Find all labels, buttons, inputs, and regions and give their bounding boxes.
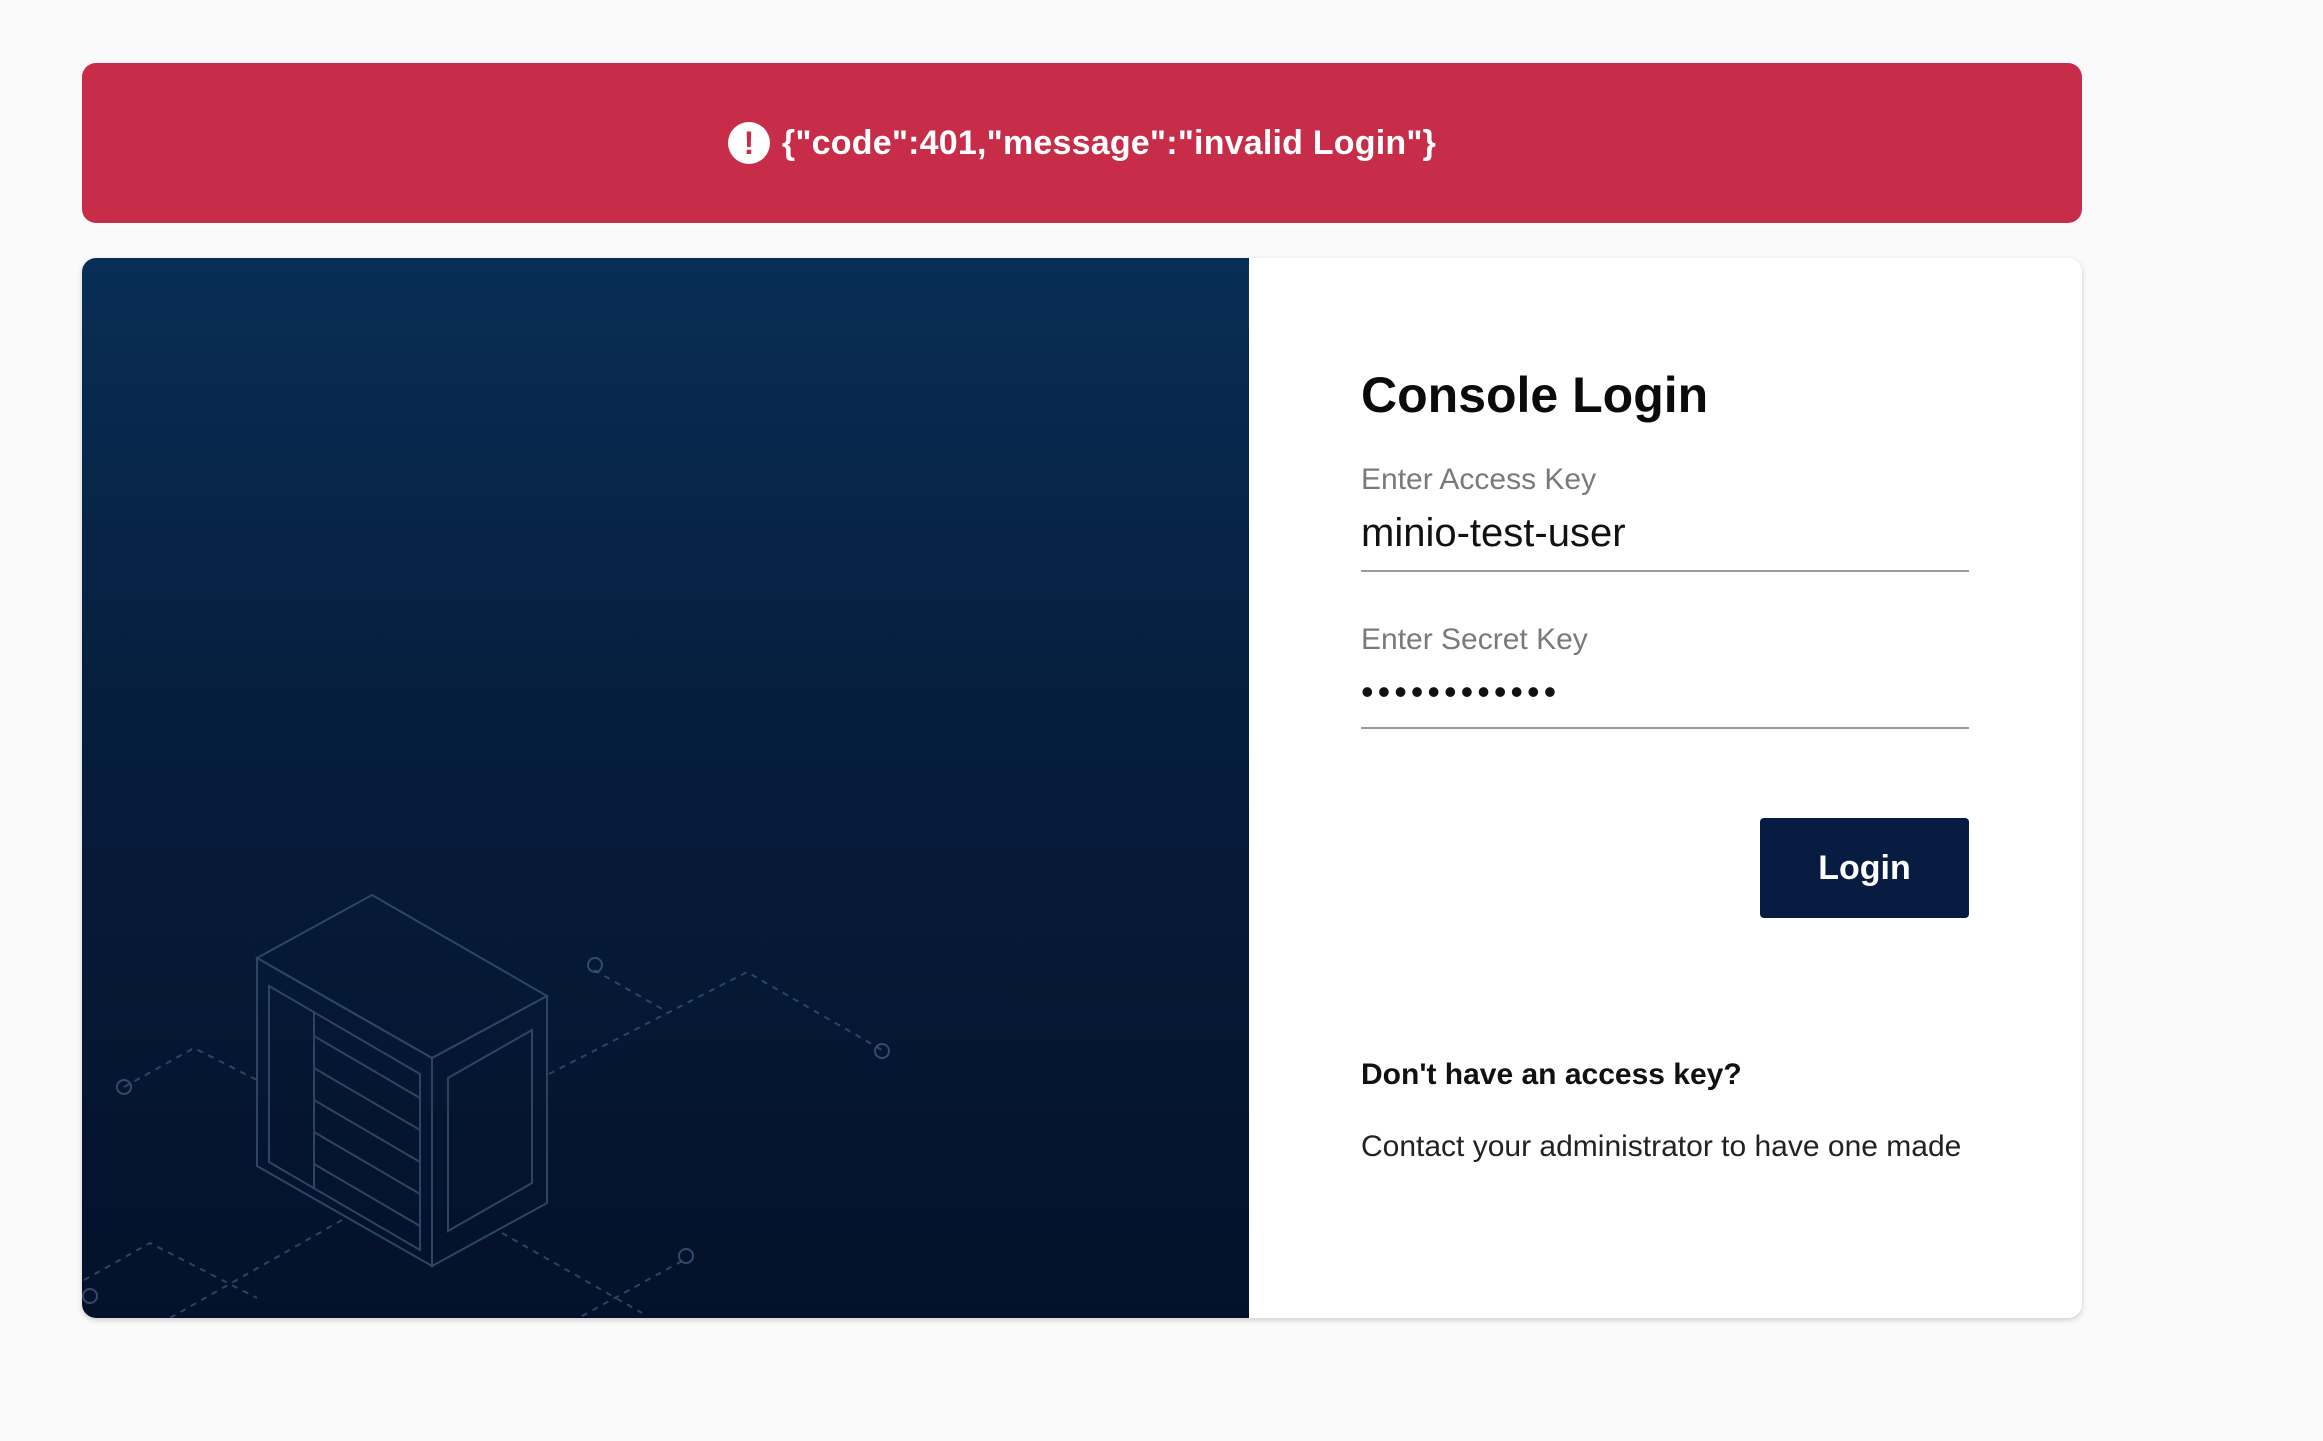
exclamation-circle-icon: ! (727, 122, 770, 164)
access-key-field-group: Enter Access Key (1361, 463, 1969, 572)
login-button[interactable]: Login (1760, 818, 1969, 918)
hero-illustration-panel (82, 258, 1249, 1318)
access-key-label: Enter Access Key (1361, 463, 1597, 496)
access-key-input[interactable] (1361, 501, 1969, 572)
page-title: Console Login (1361, 367, 1709, 423)
help-title: Don't have an access key? (1361, 1058, 1742, 1091)
login-card: Console Login Enter Access Key Enter Sec… (82, 258, 2082, 1318)
error-banner: ! {"code":401,"message":"invalid Login"} (82, 63, 2082, 223)
secret-key-input[interactable] (1361, 661, 1969, 729)
error-message: {"code":401,"message":"invalid Login"} (781, 123, 1437, 162)
help-text: Contact your administrator to have one m… (1361, 1130, 1962, 1163)
secret-key-label: Enter Secret Key (1361, 623, 1588, 656)
server-illustration (82, 893, 890, 1318)
secret-key-field-group: Enter Secret Key (1361, 623, 1969, 729)
login-form-panel: Console Login Enter Access Key Enter Sec… (1249, 258, 2082, 1318)
